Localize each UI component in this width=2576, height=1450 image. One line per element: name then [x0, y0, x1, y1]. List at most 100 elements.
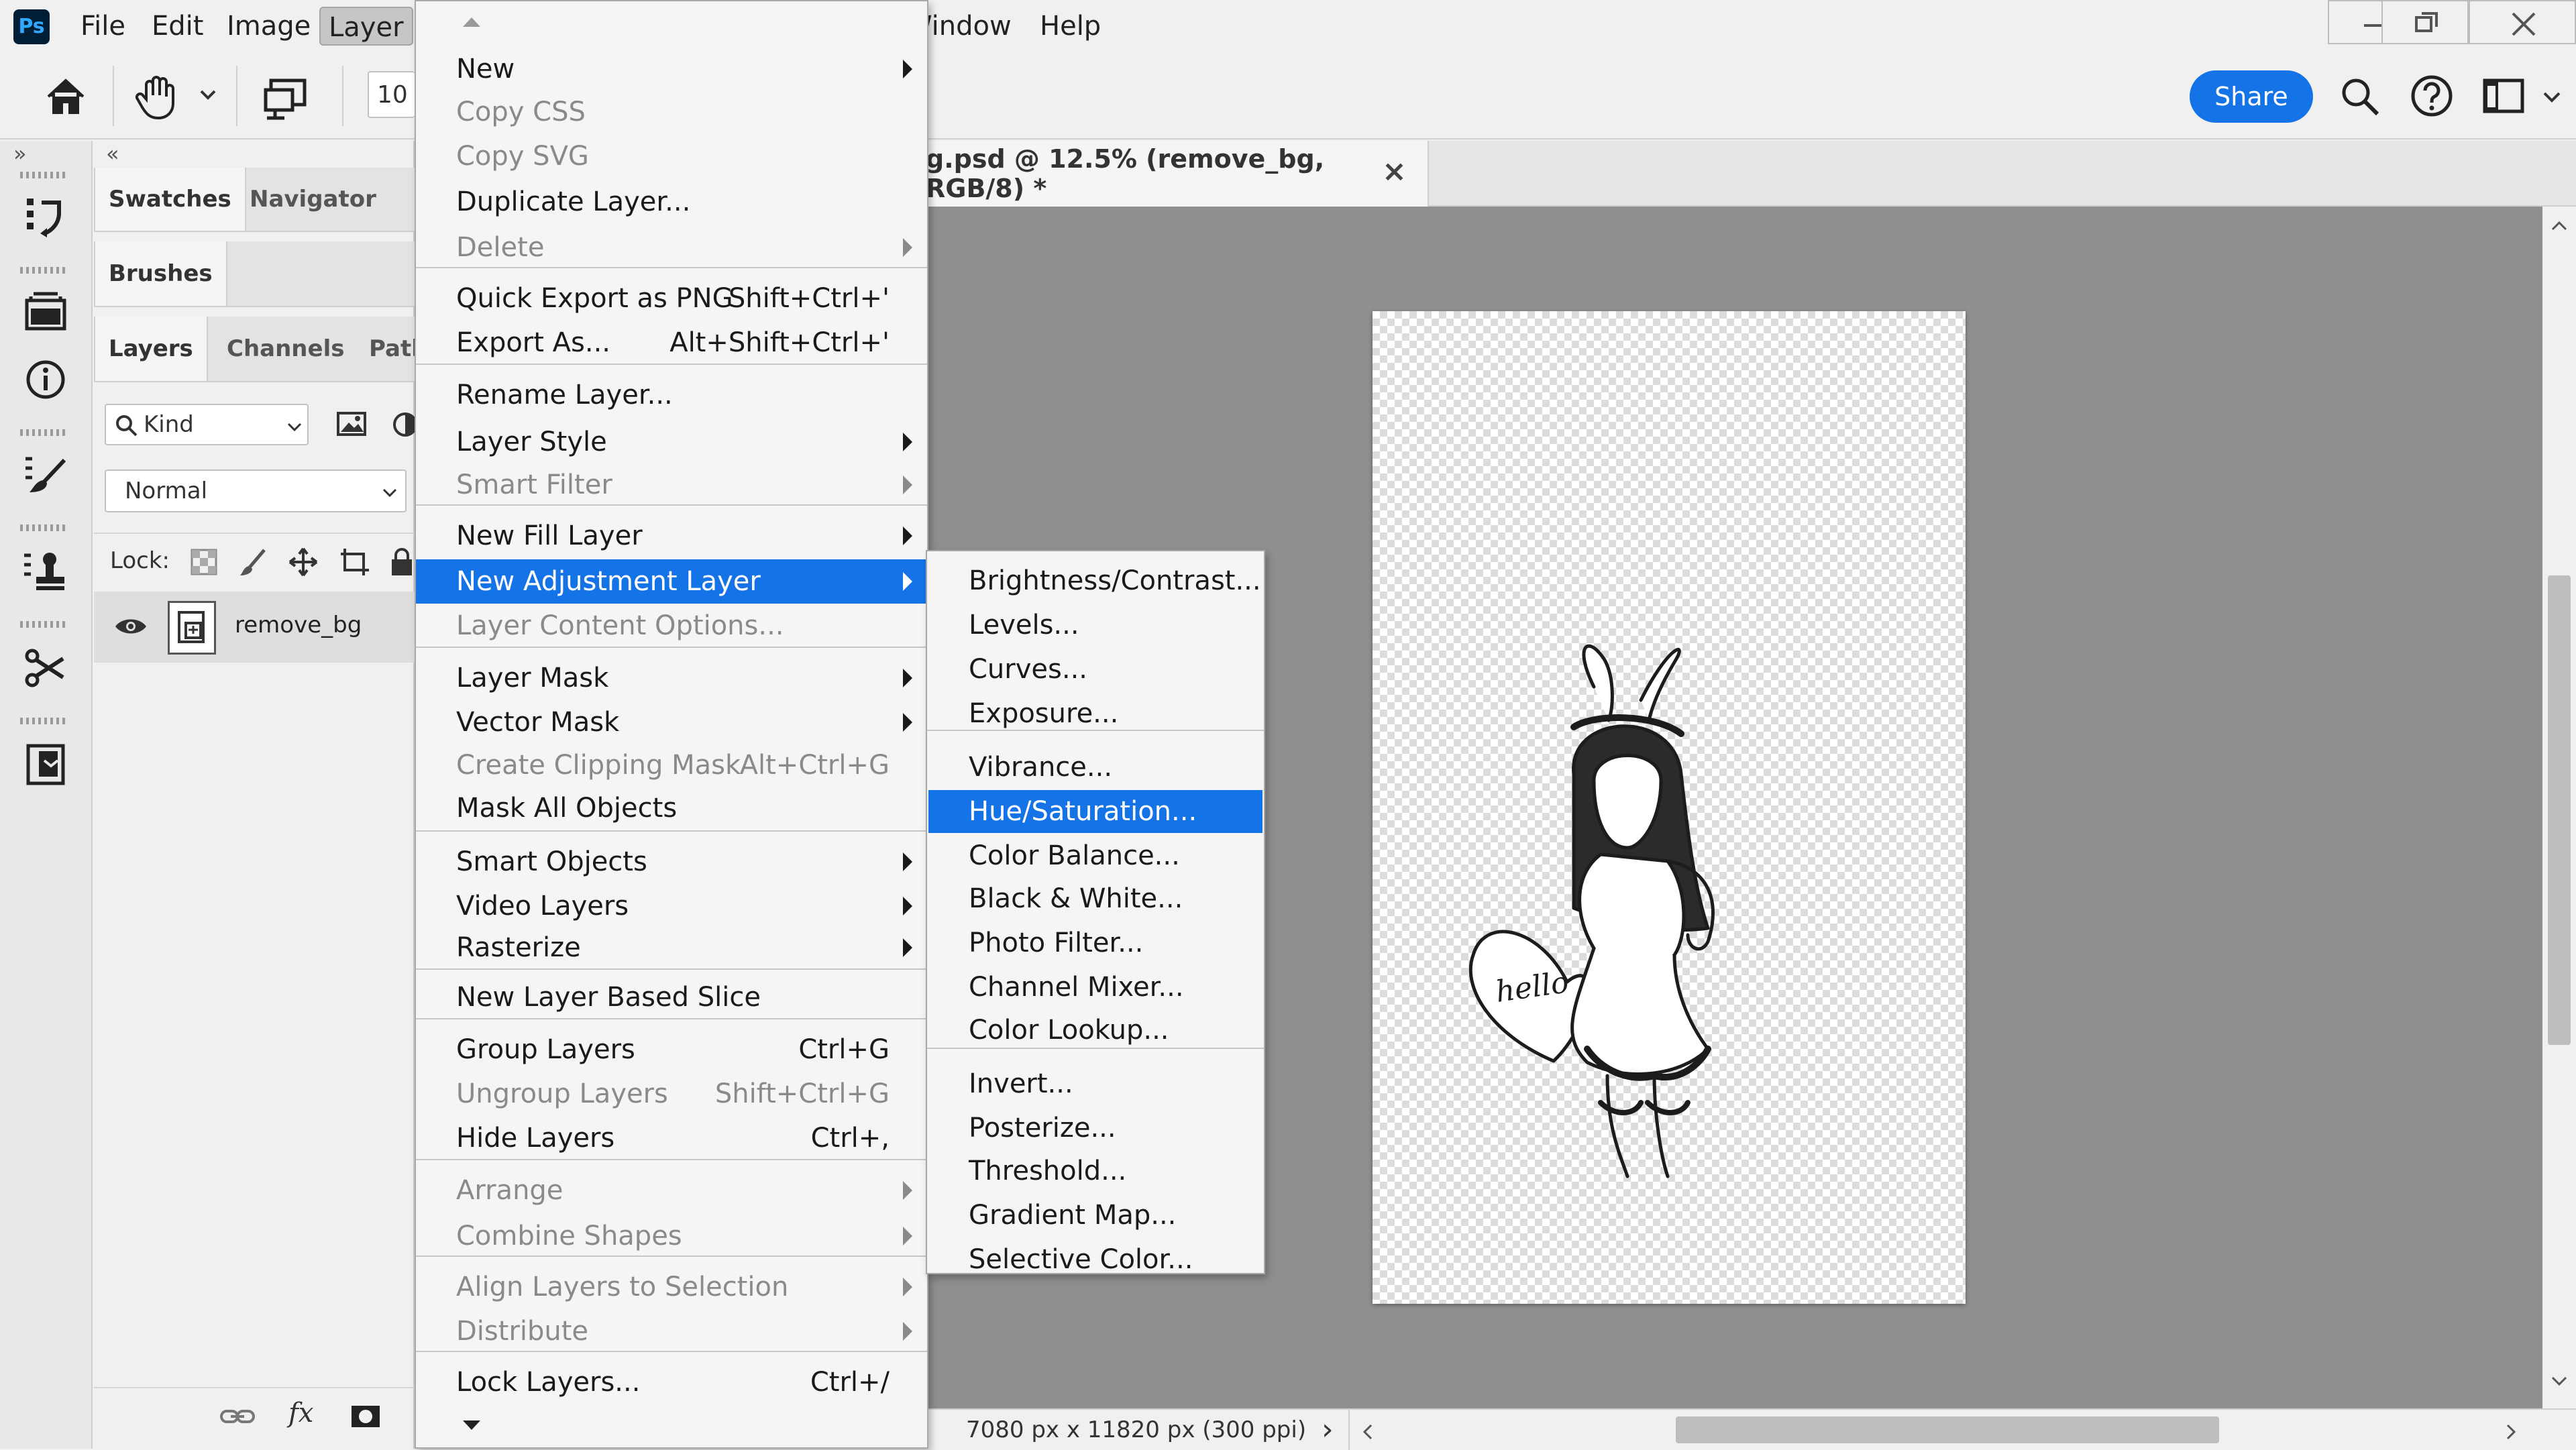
submenu-item-hue-saturation[interactable]: Hue/Saturation...: [928, 790, 1263, 833]
menu-help[interactable]: Help: [1032, 7, 1109, 46]
submenu-item-threshold[interactable]: Threshold...: [928, 1150, 1263, 1192]
menu-item-rename-layer[interactable]: Rename Layer...: [416, 373, 927, 417]
menu-item-lock-layers[interactable]: Lock Layers... Ctrl+/: [416, 1360, 927, 1404]
menu-item-mask-all-objects[interactable]: Mask All Objects: [416, 786, 927, 830]
menu-item-export-as[interactable]: Export As... Alt+Shift+Ctrl+': [416, 321, 927, 365]
close-window-button[interactable]: [2469, 0, 2576, 44]
layer-filter-kind[interactable]: Kind: [105, 404, 309, 445]
scroll-up-icon[interactable]: [2551, 220, 2568, 232]
menu-edit[interactable]: Edit: [144, 7, 211, 46]
home-icon[interactable]: [42, 72, 90, 121]
menu-file[interactable]: File: [72, 7, 133, 46]
hand-tool-icon[interactable]: [131, 70, 185, 123]
restore-button[interactable]: [2381, 0, 2469, 44]
menu-item-video-layers[interactable]: Video Layers: [416, 884, 927, 928]
blend-mode-select[interactable]: Normal: [105, 469, 407, 512]
tool-presets-icon[interactable]: [21, 644, 70, 692]
submenu-item-photo-filter[interactable]: Photo Filter...: [928, 922, 1263, 964]
share-button[interactable]: Share: [2190, 70, 2313, 123]
vertical-scroll-thumb[interactable]: [2548, 575, 2571, 1045]
brush-settings-icon[interactable]: [21, 451, 70, 499]
help-icon[interactable]: [2408, 72, 2455, 119]
submenu-item-posterize[interactable]: Posterize...: [928, 1107, 1263, 1150]
status-menu-arrow[interactable]: ›: [1322, 1412, 1334, 1447]
layer-row[interactable]: remove_bg: [94, 592, 415, 663]
submenu-item-channel-mixer[interactable]: Channel Mixer...: [928, 966, 1263, 1009]
menu-item-layer-style[interactable]: Layer Style: [416, 420, 927, 464]
menu-scroll-down-icon[interactable]: [462, 1419, 482, 1433]
eye-icon[interactable]: [114, 614, 148, 638]
submenu-item-vibrance[interactable]: Vibrance...: [928, 746, 1263, 789]
menu-item-quick-export-as-png[interactable]: Quick Export as PNG Shift+Ctrl+': [416, 276, 927, 321]
menu-item-new-layer-based-slice[interactable]: New Layer Based Slice: [416, 975, 927, 1019]
lock-artboard-icon[interactable]: [338, 546, 372, 578]
zoom-field[interactable]: 10: [368, 71, 415, 118]
submenu-arrow-icon: [903, 1227, 912, 1245]
menu-item-label: Vector Mask: [456, 707, 620, 738]
properties-icon[interactable]: [21, 740, 70, 789]
document-tab[interactable]: g.psd @ 12.5% (remove_bg, RGB/8) * ×: [926, 141, 1429, 207]
collapse-icon[interactable]: «: [106, 141, 119, 166]
close-tab-button[interactable]: ×: [1382, 154, 1407, 188]
horizontal-scroll-thumb[interactable]: [1676, 1416, 2219, 1443]
submenu-item-black-white[interactable]: Black & White...: [928, 877, 1263, 920]
add-mask-icon[interactable]: [349, 1402, 382, 1431]
tab-brushes[interactable]: Brushes: [94, 241, 227, 306]
submenu-item-levels[interactable]: Levels...: [928, 604, 1263, 647]
menu-item-label: Hide Layers: [456, 1123, 615, 1154]
menu-item-group-layers[interactable]: Group Layers Ctrl+G: [416, 1027, 927, 1072]
scroll-down-icon[interactable]: [2551, 1375, 2568, 1387]
layer-name[interactable]: remove_bg: [235, 612, 362, 638]
tab-layers[interactable]: Layers: [94, 317, 208, 381]
submenu-item-color-balance[interactable]: Color Balance...: [928, 834, 1263, 877]
menu-item-rasterize[interactable]: Rasterize: [416, 926, 927, 970]
submenu-item-invert[interactable]: Invert...: [928, 1062, 1263, 1105]
document-canvas[interactable]: hello: [1373, 311, 1966, 1304]
lock-all-icon[interactable]: [389, 546, 415, 578]
chevron-down-icon[interactable]: [200, 90, 216, 101]
submenu-item-exposure[interactable]: Exposure...: [928, 692, 1263, 735]
history-icon[interactable]: [21, 193, 70, 241]
search-icon[interactable]: [2337, 74, 2381, 118]
submenu-item-brightness-contrast[interactable]: Brightness/Contrast...: [928, 559, 1263, 602]
layer-effects-button[interactable]: fx: [288, 1398, 313, 1429]
adjustment-layer-filter-icon[interactable]: [390, 409, 415, 440]
menu-image[interactable]: Image: [219, 7, 319, 46]
menu-item-duplicate-layer[interactable]: Duplicate Layer...: [416, 180, 927, 224]
clone-source-icon[interactable]: [21, 547, 70, 596]
menu-scroll-up-icon[interactable]: [462, 15, 482, 28]
menu-item-new-adjustment-layer[interactable]: New Adjustment Layer: [416, 559, 927, 604]
menu-item-new-fill-layer[interactable]: New Fill Layer: [416, 514, 927, 558]
submenu-item-selective-color[interactable]: Selective Color...: [928, 1238, 1263, 1281]
menu-item-hide-layers[interactable]: Hide Layers Ctrl+,: [416, 1116, 927, 1160]
scroll-left-icon[interactable]: [1362, 1423, 1374, 1441]
lock-position-icon[interactable]: [287, 546, 319, 578]
link-layers-icon[interactable]: [219, 1403, 256, 1430]
menu-item-vector-mask[interactable]: Vector Mask: [416, 700, 927, 744]
submenu-arrow-icon: [903, 238, 912, 257]
lock-transparency-icon[interactable]: [188, 546, 220, 578]
menu-item-new[interactable]: New: [416, 47, 927, 91]
vertical-scrollbar[interactable]: [2542, 207, 2576, 1408]
menu-layer[interactable]: Layer: [319, 7, 413, 46]
tab-channels[interactable]: Channels: [213, 317, 358, 381]
arrange-documents-icon[interactable]: [262, 74, 315, 121]
menu-item-label: New Layer Based Slice: [456, 982, 761, 1013]
menu-item-smart-objects[interactable]: Smart Objects: [416, 840, 927, 884]
menu-item-layer-mask[interactable]: Layer Mask: [416, 656, 927, 700]
scroll-right-icon[interactable]: [2505, 1423, 2517, 1441]
libraries-icon[interactable]: [21, 287, 70, 335]
expand-icon[interactable]: »: [13, 141, 27, 166]
tab-swatches[interactable]: Swatches: [94, 168, 246, 231]
pixel-layer-filter-icon[interactable]: [335, 409, 369, 440]
submenu-item-color-lookup[interactable]: Color Lookup...: [928, 1009, 1263, 1052]
restore-icon: [2415, 12, 2438, 32]
chevron-down-icon[interactable]: [2542, 91, 2561, 103]
workspace-icon[interactable]: [2482, 76, 2525, 117]
tab-navigator[interactable]: Navigator: [236, 168, 390, 231]
info-icon[interactable]: [21, 355, 70, 404]
submenu-item-gradient-map[interactable]: Gradient Map...: [928, 1194, 1263, 1237]
lock-pixels-icon[interactable]: [237, 546, 270, 578]
submenu-item-curves[interactable]: Curves...: [928, 648, 1263, 691]
menu-item-label: Quick Export as PNG: [456, 283, 733, 314]
